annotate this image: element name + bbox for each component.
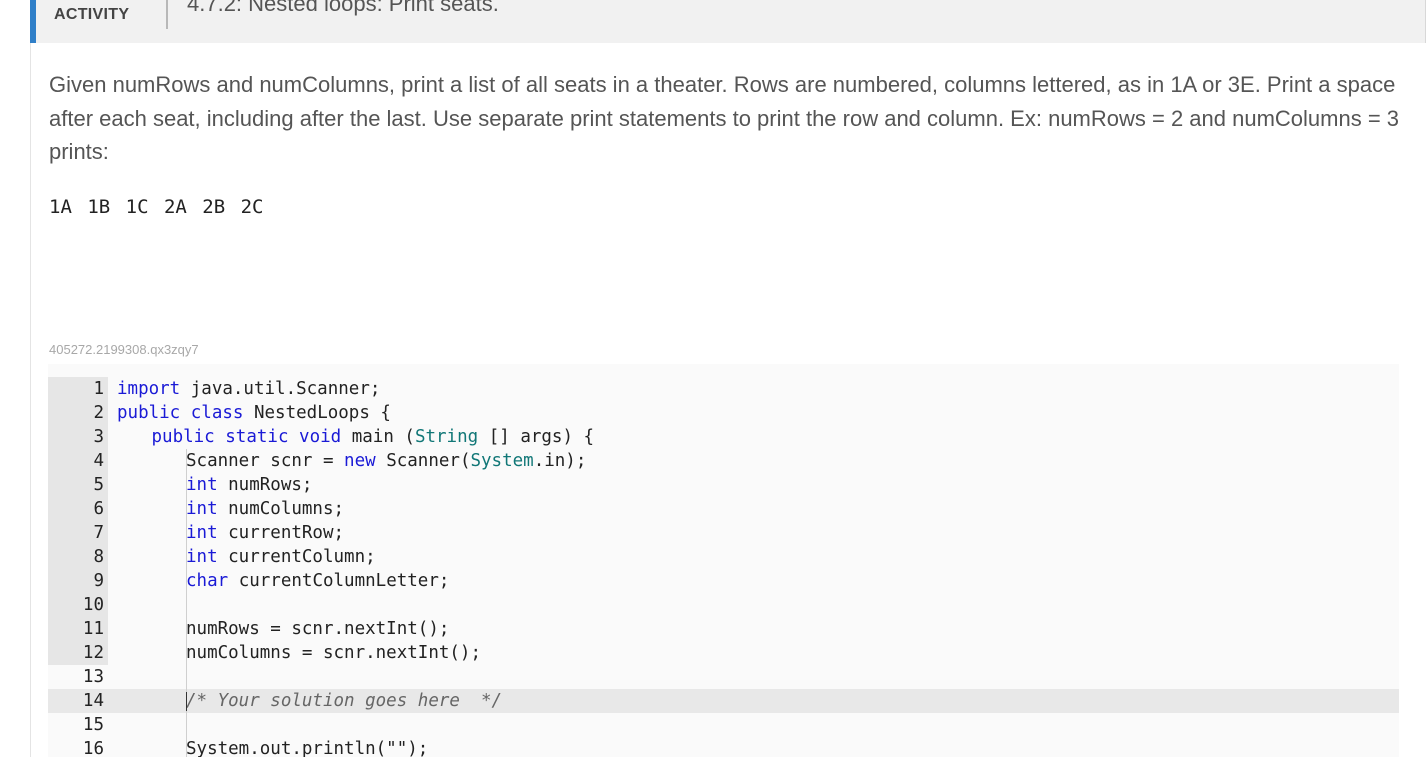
code-text: int numColumns;	[186, 497, 344, 521]
code-line[interactable]: 12 numColumns = scnr.nextInt();	[48, 641, 1399, 665]
indent-guide	[185, 713, 187, 737]
code-line[interactable]: 1 import java.util.Scanner;	[48, 377, 1399, 401]
line-number: 9	[48, 569, 108, 593]
code-line[interactable]: 3 public static void main (String [] args…	[48, 425, 1399, 449]
code-token: public	[151, 427, 215, 447]
code-text: numColumns = scnr.nextInt();	[186, 641, 481, 665]
activity-title: 4.7.2: Nested loops: Print seats.	[187, 0, 499, 16]
line-number: 5	[48, 473, 108, 497]
code-token: java.util.Scanner;	[180, 379, 381, 399]
line-number: 3	[48, 425, 108, 449]
left-border	[30, 0, 31, 757]
code-token: [] args) {	[478, 427, 595, 447]
code-token: currentColumn;	[217, 547, 376, 567]
line-number: 8	[48, 545, 108, 569]
code-token: System	[470, 451, 534, 471]
code-text: int numRows;	[186, 473, 312, 497]
code-token: void	[299, 427, 342, 447]
code-line[interactable]: 6 int numColumns;	[48, 497, 1399, 521]
line-number: 1	[48, 377, 108, 401]
code-text: public class NestedLoops {	[117, 401, 391, 425]
code-token: System.out.println("");	[186, 739, 429, 757]
code-text: /* Your solution goes here */	[186, 689, 502, 713]
line-number: 15	[82, 715, 104, 735]
code-text: char currentColumnLetter;	[186, 569, 449, 593]
line-number: 6	[48, 497, 108, 521]
code-token: int	[186, 547, 218, 567]
code-line[interactable]: 14 /* Your solution goes here */	[48, 689, 1399, 713]
code-token: int	[186, 523, 218, 543]
code-editor[interactable]: 1 import java.util.Scanner; 2 public class …	[48, 364, 1399, 757]
indent-guide	[185, 593, 187, 617]
code-text: int currentColumn;	[186, 545, 376, 569]
code-token: currentColumnLetter;	[228, 571, 450, 591]
code-token: numColumns = scnr.nextInt();	[186, 643, 482, 663]
code-text: import java.util.Scanner;	[117, 377, 380, 401]
header-accent-bar	[30, 0, 36, 43]
code-line[interactable]: 11 numRows = scnr.nextInt();	[48, 617, 1399, 641]
line-number: 16	[82, 739, 104, 757]
code-text: numRows = scnr.nextInt();	[186, 617, 449, 641]
code-text: System.out.println("");	[186, 737, 428, 757]
example-output: 1A 1B 1C 2A 2B 2C	[49, 196, 264, 218]
line-number: 11	[48, 617, 108, 641]
indent-guide	[185, 665, 187, 689]
activity-header: ACTIVITY 4.7.2: Nested loops: Print seat…	[30, 0, 1426, 43]
code-text: int currentRow;	[186, 521, 344, 545]
code-line[interactable]: 4 Scanner scnr = new Scanner(System.in);	[48, 449, 1399, 473]
code-token: .in);	[533, 451, 587, 471]
line-number: 13	[82, 667, 104, 687]
code-token: numColumns;	[217, 499, 345, 519]
code-token: main (	[341, 427, 415, 447]
problem-description: Given numRows and numColumns, print a li…	[49, 72, 1400, 164]
code-token: Scanner scnr =	[186, 451, 345, 471]
code-token: public	[117, 403, 181, 423]
code-token: /* Your solution goes here */	[186, 691, 503, 711]
header-divider	[166, 0, 168, 29]
code-line[interactable]: 16 System.out.println("");	[48, 737, 1399, 757]
code-token: NestedLoops {	[243, 403, 391, 423]
code-line[interactable]: 8 int currentColumn;	[48, 545, 1399, 569]
code-token: class	[190, 403, 244, 423]
line-number: 12	[48, 641, 108, 665]
code-token: numRows;	[217, 475, 313, 495]
code-line[interactable]: 15	[48, 713, 1399, 737]
activity-label: ACTIVITY	[54, 6, 130, 23]
code-line[interactable]: 9 char currentColumnLetter;	[48, 569, 1399, 593]
code-token: numRows = scnr.nextInt();	[186, 619, 450, 639]
code-token: import	[117, 379, 181, 399]
code-line[interactable]: 10	[48, 593, 1399, 617]
code-token: int	[186, 499, 218, 519]
text-cursor	[186, 692, 187, 711]
code-line[interactable]: 2 public class NestedLoops {	[48, 401, 1399, 425]
line-number: 14	[82, 691, 104, 711]
line-number: 7	[48, 521, 108, 545]
line-number: 4	[48, 449, 108, 473]
code-token: static	[225, 427, 289, 447]
code-token: Scanner(	[375, 451, 471, 471]
code-line[interactable]: 5 int numRows;	[48, 473, 1399, 497]
code-id: 405272.2199308.qx3zqy7	[49, 342, 199, 357]
code-token: new	[344, 451, 376, 471]
code-token: String	[414, 427, 479, 447]
code-token: char	[186, 571, 229, 591]
line-number: 10	[48, 593, 108, 617]
code-token: int	[186, 475, 218, 495]
code-line[interactable]: 7 int currentRow;	[48, 521, 1399, 545]
code-token: currentRow;	[217, 523, 345, 543]
code-text: Scanner scnr = new Scanner(System.in);	[186, 449, 586, 473]
code-line[interactable]: 13	[48, 665, 1399, 689]
line-number: 2	[48, 401, 108, 425]
code-text: public static void main (String [] args)…	[152, 425, 595, 449]
